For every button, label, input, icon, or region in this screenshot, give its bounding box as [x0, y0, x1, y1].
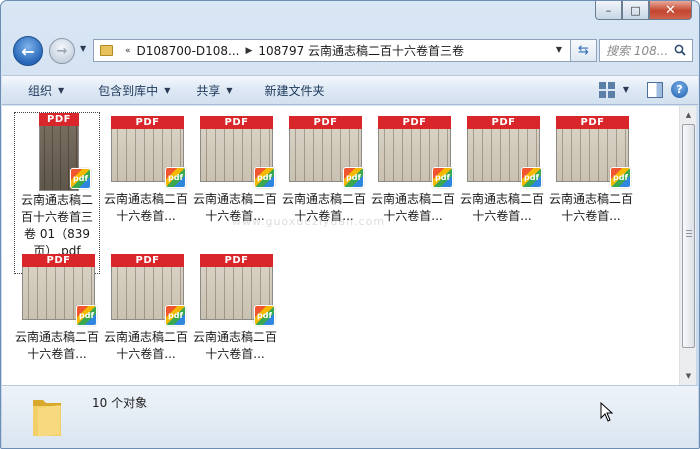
details-pane: 10 个对象 [2, 385, 698, 448]
watermark-text: www.guoxueziyuan.com [232, 215, 386, 228]
refresh-button[interactable]: ⇆ [571, 39, 597, 62]
close-button[interactable]: ✕ [649, 1, 692, 20]
file-item[interactable]: PDF pdf 云南通志稿二百十六卷首... [14, 250, 100, 363]
file-name: 云南通志稿二百十六卷首... [549, 192, 634, 223]
pdf-band: PDF [378, 116, 451, 129]
chevron-down-icon: ▼ [226, 85, 233, 95]
chevron-down-icon: ▼ [164, 85, 171, 95]
address-bar[interactable]: « D108700-D108... ▶ 108797 云南通志稿二百十六卷首三卷… [93, 39, 571, 62]
vertical-scrollbar[interactable]: ▲ ▼ [679, 106, 696, 385]
help-icon[interactable]: ? [671, 81, 688, 98]
maximize-button[interactable]: □ [622, 1, 649, 20]
share-label: 共享 [196, 83, 221, 98]
search-icon[interactable] [674, 44, 686, 56]
pdf-file-icon: pdf [165, 167, 186, 188]
include-library-label: 包含到库中 [98, 83, 159, 98]
folder-icon [100, 45, 113, 56]
explorer-window: – □ ✕ ← → ▼ « D108700-D108... ▶ 108797 云… [0, 0, 700, 449]
recent-pages-dropdown[interactable]: ▼ [80, 44, 86, 53]
file-item[interactable]: PDF pdf 云南通志稿二百十六卷首... [370, 112, 456, 225]
file-list[interactable]: PDF pdf 云南通志稿二百十六卷首三卷 01（839页）.pdf PDF pdf 云南… [2, 106, 679, 385]
new-folder-label: 新建文件夹 [264, 83, 325, 98]
breadcrumb-segment-current[interactable]: 108797 云南通志稿二百十六卷首三卷 [258, 42, 464, 59]
refresh-icon: ⇆ [578, 43, 589, 58]
pdf-thumbnail: PDF pdf [108, 250, 186, 326]
file-item[interactable]: PDF pdf 云南通志稿二百十六卷首... [459, 112, 545, 225]
pdf-file-icon: pdf [521, 167, 542, 188]
forward-button[interactable]: → [49, 38, 75, 64]
pdf-band: PDF [467, 116, 540, 129]
view-options-dropdown[interactable]: ▼ [623, 85, 629, 94]
pdf-band: PDF [22, 254, 95, 267]
scrollbar-thumb[interactable] [682, 124, 695, 348]
address-history-dropdown[interactable]: ▼ [556, 45, 562, 54]
pdf-thumbnail: PDF pdf [553, 112, 631, 188]
file-item[interactable]: PDF pdf 云南通志稿二百十六卷首... [103, 112, 189, 225]
file-name: 云南通志稿二百十六卷首... [460, 192, 545, 223]
navigation-bar: ← → ▼ « D108700-D108... ▶ 108797 云南通志稿二百… [9, 34, 693, 66]
file-item[interactable]: PDF pdf 云南通志稿二百十六卷首... [281, 112, 367, 225]
pdf-thumbnail: PDF pdf [286, 112, 364, 188]
search-placeholder: 搜索 108... [606, 44, 669, 58]
file-item[interactable]: PDF pdf 云南通志稿二百十六卷首... [192, 112, 278, 225]
organize-label: 组织 [28, 83, 53, 98]
pdf-thumbnail: PDF pdf [197, 250, 275, 326]
caption-buttons: – □ ✕ [595, 1, 692, 20]
pdf-band: PDF [200, 116, 273, 129]
include-library-menu[interactable]: 包含到库中 ▼ [76, 76, 182, 104]
pdf-band: PDF [200, 254, 273, 267]
minimize-button[interactable]: – [595, 1, 622, 20]
pdf-file-icon: pdf [76, 305, 97, 326]
file-item[interactable]: PDF pdf 云南通志稿二百十六卷首... [548, 112, 634, 225]
change-view-icon[interactable] [598, 81, 615, 98]
back-button[interactable]: ← [13, 36, 43, 66]
pdf-band: PDF [111, 254, 184, 267]
folder-icon [33, 400, 61, 437]
new-folder-button[interactable]: 新建文件夹 [245, 76, 337, 104]
breadcrumb-segment-parent[interactable]: D108700-D108... [137, 44, 240, 58]
pdf-thumbnail: PDF pdf [19, 250, 97, 326]
mouse-cursor-icon [600, 402, 614, 422]
pdf-thumbnail: PDF pdf [375, 112, 453, 188]
file-name: 云南通志稿二百十六卷首... [104, 330, 189, 361]
file-item[interactable]: PDF pdf 云南通志稿二百十六卷首... [192, 250, 278, 363]
scroll-down-button[interactable]: ▼ [681, 368, 696, 384]
pdf-file-icon: pdf [432, 167, 453, 188]
item-count: 10 个对象 [92, 396, 148, 410]
search-input[interactable]: 搜索 108... [599, 39, 693, 62]
chevron-down-icon: ▼ [58, 85, 65, 95]
pdf-band: PDF [556, 116, 629, 129]
pdf-thumbnail: PDF pdf [108, 112, 186, 188]
pdf-file-icon: pdf [70, 168, 91, 189]
scroll-up-button[interactable]: ▲ [681, 107, 696, 123]
file-name: 云南通志稿二百十六卷首... [193, 330, 278, 361]
pdf-file-icon: pdf [610, 167, 631, 188]
file-name: 云南通志稿二百十六卷首... [15, 330, 100, 361]
pdf-thumbnail: PDF pdf [197, 112, 275, 188]
pdf-thumbnail: PDF pdf [19, 113, 95, 191]
pdf-file-icon: pdf [254, 167, 275, 188]
pdf-file-icon: pdf [343, 167, 364, 188]
pdf-band: PDF [289, 116, 362, 129]
view-controls: ▼ ? [598, 81, 688, 98]
preview-pane-icon[interactable] [647, 81, 663, 98]
pdf-file-icon: pdf [165, 305, 186, 326]
pdf-file-icon: pdf [254, 305, 275, 326]
pdf-band: PDF [111, 116, 184, 129]
share-menu[interactable]: 共享 ▼ [182, 76, 244, 104]
file-name: 云南通志稿二百十六卷首... [104, 192, 189, 223]
arrow-left-icon: ← [21, 41, 35, 61]
overflow-chevron[interactable]: « [125, 46, 131, 56]
organize-menu[interactable]: 组织 ▼ [2, 76, 76, 104]
breadcrumb-separator-icon[interactable]: ▶ [245, 46, 252, 56]
file-item[interactable]: PDF pdf 云南通志稿二百十六卷首... [103, 250, 189, 363]
pdf-band: PDF [39, 113, 79, 126]
pdf-thumbnail: PDF pdf [464, 112, 542, 188]
arrow-right-icon: → [56, 43, 68, 59]
command-bar: 组织 ▼ 包含到库中 ▼ 共享 ▼ 新建文件夹 ▼ ? [2, 75, 698, 105]
